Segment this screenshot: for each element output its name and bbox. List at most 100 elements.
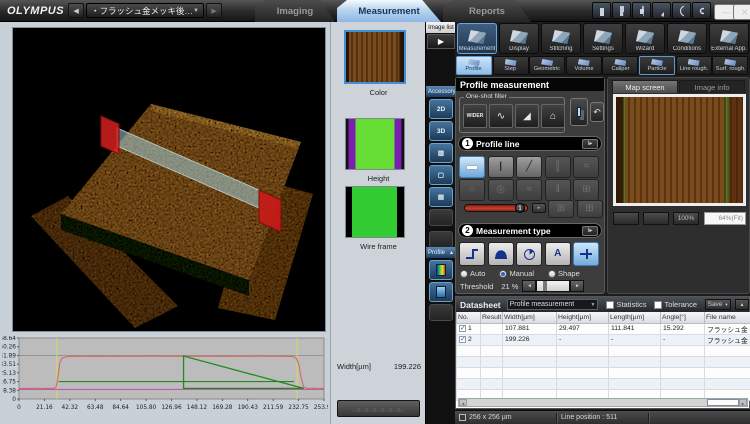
table-row[interactable]: ✓2199.226---フラッシュ金 (457, 334, 750, 345)
thumbnail-height[interactable] (345, 118, 405, 170)
threshold-track[interactable] (536, 280, 570, 292)
toolbar-profile[interactable]: Profile (456, 56, 492, 75)
table-row[interactable]: ✓1107.88129.497111.84115.292フラッシュ金 (457, 323, 750, 334)
datasheet-selector[interactable]: Profile measurement▼ (507, 299, 599, 310)
save-button[interactable] (612, 2, 631, 19)
type-peak-button[interactable]: A (545, 242, 571, 266)
toolbar-measurement[interactable]: Measurement (457, 23, 497, 54)
save-dropdown-button[interactable]: Save▼ (705, 299, 731, 310)
single-image-button[interactable]: ▢ (429, 165, 453, 185)
print-button[interactable] (632, 2, 651, 19)
toolbar-conditions[interactable]: Conditions (667, 23, 707, 54)
reference-plane-button[interactable]: ⌂ (541, 104, 565, 128)
close-button[interactable]: ✕ (733, 4, 750, 20)
free-line-button[interactable]: ╱ (516, 156, 542, 178)
tab-imaging[interactable]: Imaging (255, 0, 335, 22)
multi-layer-button[interactable]: ▤ (429, 187, 453, 207)
profile-chart[interactable]: 08.3816.7525.1333.5141.8950.2658.64021.1… (2, 336, 328, 422)
datasheet-hscrollbar[interactable]: ◄ ► (458, 398, 748, 407)
3d-view-button[interactable]: 3D (429, 121, 453, 141)
disabled-action-button[interactable] (337, 400, 420, 417)
toolbar-particle[interactable]: Particle (639, 56, 675, 75)
accessory-disabled-slot[interactable] (429, 231, 453, 248)
noise-removal-button[interactable]: ∿ (489, 104, 513, 128)
next-document-button[interactable]: ▶ (206, 3, 222, 18)
toolbar-wizard[interactable]: Wizard (625, 23, 665, 54)
help-button[interactable]: ? (672, 2, 691, 19)
toolbar-surf-rough-[interactable]: Surf. rough. (712, 56, 748, 75)
type-width-button[interactable] (573, 242, 599, 266)
toolbar-caliper[interactable]: Caliper (602, 56, 638, 75)
image-toggle-button[interactable] (570, 98, 588, 126)
toolbar-step[interactable]: Step (493, 56, 529, 75)
tab-reports[interactable]: Reports (443, 0, 531, 22)
section2-expander-button[interactable]: I▸ (582, 226, 598, 236)
radio-manual[interactable]: Manual (499, 269, 534, 278)
toolbar-volume[interactable]: Volume (566, 56, 602, 75)
wider-button[interactable]: WIDER (463, 104, 487, 128)
key-button[interactable] (692, 2, 711, 19)
line-width-slider[interactable]: 1 (464, 204, 528, 212)
height-image-button[interactable] (429, 260, 453, 280)
row-checkbox[interactable]: ✓ (459, 325, 466, 332)
image-pair-button[interactable]: ▥ (429, 143, 453, 163)
map-button-1[interactable] (613, 212, 639, 225)
vertical-line-button[interactable]: | (488, 156, 514, 178)
2d-view-button[interactable]: 2D (429, 99, 453, 119)
toolbar-display[interactable]: Display (499, 23, 539, 54)
scroll-right-arrow-icon[interactable]: ► (739, 399, 747, 406)
tilt-correction-button[interactable]: ◢ (515, 104, 539, 128)
profile-dock-disabled-slot[interactable] (429, 304, 453, 321)
col-angle[interactable]: Angle[°] (661, 312, 705, 323)
radio-shape-circle[interactable] (548, 270, 556, 278)
profile-dock-header[interactable]: Profile▲ (426, 247, 456, 258)
col-width[interactable]: Width[µm] (503, 312, 557, 323)
horizontal-line-button[interactable]: ▬ (459, 156, 485, 178)
tolerance-checkbox-box[interactable] (654, 301, 662, 309)
statistics-checkbox[interactable]: Statistics (606, 300, 646, 309)
threshold-decrease-button[interactable]: ◄ (522, 280, 536, 292)
radio-manual-circle[interactable] (499, 270, 507, 278)
type-step-button[interactable] (459, 242, 485, 266)
document-selector[interactable]: ・フラッシュ金メッキ後…▼ (86, 3, 204, 18)
scroll-left-arrow-icon[interactable]: ◄ (459, 399, 467, 406)
3d-surface-button[interactable] (429, 282, 453, 302)
tab-map-screen[interactable]: Map screen (612, 80, 678, 93)
undo-filter-button[interactable]: ↶ (590, 102, 604, 122)
tab-image-info[interactable]: Image info (679, 80, 745, 93)
radio-shape[interactable]: Shape (548, 269, 580, 278)
toolbar-external-app-[interactable]: External App. (709, 23, 749, 54)
toolbar-geometric[interactable]: Geometric (529, 56, 565, 75)
toolbar-line-rough-[interactable]: Line rough. (676, 56, 712, 75)
col-filename[interactable]: File name (705, 312, 750, 323)
slider-step-button[interactable]: ▸ (532, 203, 546, 213)
toolbar-settings[interactable]: Settings (583, 23, 623, 54)
section1-expander-button[interactable]: I▸ (582, 139, 598, 149)
scrollbar-thumb[interactable] (707, 399, 739, 406)
tab-measurement[interactable]: Measurement (337, 0, 441, 22)
accessory-disabled-slot[interactable] (429, 209, 453, 226)
type-area-button[interactable] (488, 242, 514, 266)
statistics-checkbox-box[interactable] (606, 301, 614, 309)
thumbnail-wire[interactable] (345, 186, 405, 238)
open-folder-button[interactable] (592, 2, 611, 19)
map-button-2[interactable] (643, 212, 669, 225)
tolerance-checkbox[interactable]: Tolerance (654, 300, 697, 309)
toolbar-stitching[interactable]: Stitching (541, 23, 581, 54)
radio-auto-circle[interactable] (460, 270, 468, 278)
col-height[interactable]: Height[µm] (557, 312, 609, 323)
zoom-100-button[interactable]: 100% (673, 212, 699, 225)
col-result[interactable]: Result (481, 312, 503, 323)
3d-view[interactable] (12, 27, 326, 332)
image-list-tab[interactable]: Image list (426, 22, 456, 33)
threshold-increase-button[interactable]: ► (570, 280, 584, 292)
threshold-thumb[interactable] (543, 281, 547, 291)
slider-knob[interactable]: 1 (515, 203, 525, 213)
tools-button[interactable] (652, 2, 671, 19)
image-list-play-button[interactable]: ▶ (427, 34, 455, 49)
map-preview-image[interactable] (613, 94, 746, 206)
radio-auto[interactable]: Auto (460, 269, 485, 278)
col-no[interactable]: No. (457, 312, 481, 323)
thumbnail-color[interactable] (344, 30, 406, 84)
type-angle-button[interactable] (516, 242, 542, 266)
